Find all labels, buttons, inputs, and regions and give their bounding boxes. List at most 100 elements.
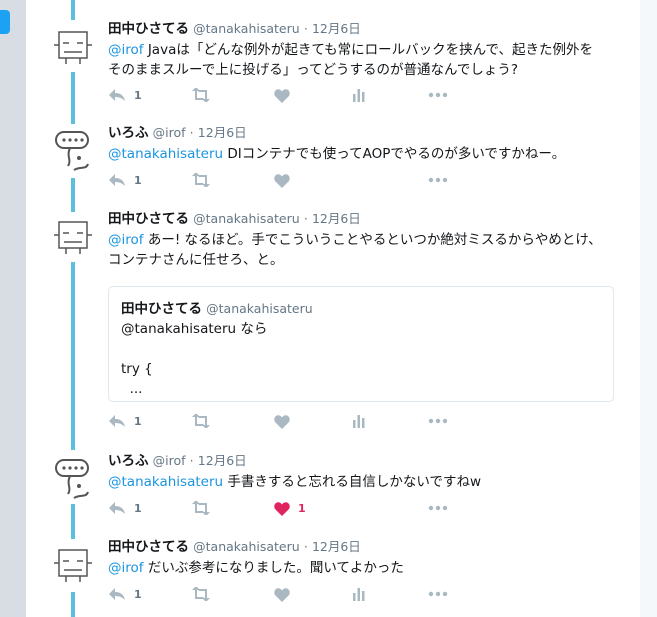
tweet-text: @tanakahisateru 手書きすると忘れる自信しかないですねw (108, 472, 614, 492)
tweet-text-line: だいぶ参考になりました。聞いてよかった (143, 560, 404, 576)
heart-icon (274, 173, 290, 188)
author-handle[interactable]: @irof (153, 125, 186, 140)
retweet-icon (192, 501, 210, 515)
author-handle[interactable]: @tanakahisateru (193, 211, 300, 226)
thread-line (71, 503, 75, 539)
author-name[interactable]: 田中ひさてる (108, 21, 189, 37)
mention-link[interactable]: @irof (108, 560, 144, 576)
thread-line (71, 72, 75, 124)
tweet-timestamp[interactable]: 12月6日 (198, 125, 247, 140)
retweet-button[interactable] (191, 86, 211, 104)
retweet-button[interactable] (191, 171, 211, 189)
author-name[interactable]: いろふ (108, 453, 149, 469)
thread-line (71, 592, 75, 617)
heart-filled-icon (274, 501, 290, 516)
tweet-text: @tanakahisateru DIコンテナでも使ってAOPでやるのが多いですか… (108, 144, 614, 164)
more-dots-icon (428, 591, 448, 597)
quoted-author-name: 田中ひさてる (121, 301, 202, 317)
tweet-actions: 1 (108, 412, 568, 430)
tweet-header: いろふ @irof · 12月6日 (108, 452, 614, 470)
reply-icon (109, 89, 125, 101)
retweet-icon (192, 173, 210, 187)
mention-link[interactable]: @tanakahisateru (108, 146, 223, 162)
separator: · (303, 21, 308, 36)
bar-chart-icon (353, 415, 365, 428)
tweet-text-line: 手書きすると忘れる自信しかないですねw (223, 474, 482, 490)
more-button[interactable] (428, 171, 448, 189)
robot-face-avatar[interactable] (48, 212, 98, 262)
tweet-text-line: Javaは「どんな例外が起きても常にロールバックを挟んで、起きた例外を (143, 42, 593, 58)
more-button[interactable] (428, 499, 448, 517)
bar-chart-icon (353, 89, 365, 102)
author-handle[interactable]: @tanakahisateru (193, 539, 300, 554)
retweet-icon (192, 88, 210, 102)
reply-count: 1 (134, 88, 142, 102)
tweet-header: 田中ひさてる @tanakahisateru · 12月6日 (108, 20, 614, 38)
speech-bubble-avatar[interactable] (48, 454, 98, 504)
like-button[interactable] (274, 171, 290, 189)
mention-link[interactable]: @irof (108, 232, 144, 248)
author-handle[interactable]: @irof (153, 453, 186, 468)
like-button[interactable] (274, 412, 290, 430)
reply-button[interactable]: 1 (108, 499, 142, 517)
background-chip (0, 10, 10, 34)
like-button[interactable] (274, 86, 290, 104)
more-dots-icon (428, 177, 448, 183)
author-name[interactable]: 田中ひさてる (108, 539, 189, 555)
analytics-button[interactable] (352, 585, 366, 603)
reply-button[interactable]: 1 (108, 412, 142, 430)
robot-face-avatar[interactable] (48, 540, 98, 590)
tweet-timestamp[interactable]: 12月6日 (312, 211, 361, 226)
tweet-header: 田中ひさてる @tanakahisateru · 12月6日 (108, 210, 614, 228)
tweet-text: @irof だいぶ参考になりました。聞いてよかった (108, 558, 614, 578)
quoted-author-handle: @tanakahisateru (206, 301, 313, 316)
tweet-timestamp[interactable]: 12月6日 (312, 539, 361, 554)
heart-icon (274, 414, 290, 429)
tweet-actions: 1 (108, 86, 568, 104)
author-name[interactable]: 田中ひさてる (108, 211, 189, 227)
background-page-strip-right (640, 0, 657, 617)
reply-icon (109, 502, 125, 514)
reply-count: 1 (134, 173, 142, 187)
like-button[interactable] (274, 585, 290, 603)
reply-count: 1 (134, 501, 142, 515)
retweet-button[interactable] (191, 499, 211, 517)
more-button[interactable] (428, 86, 448, 104)
reply-icon (109, 588, 125, 600)
author-handle[interactable]: @tanakahisateru (193, 21, 300, 36)
background-page-strip (0, 0, 26, 617)
speech-bubble-avatar[interactable] (48, 126, 98, 176)
analytics-button[interactable] (352, 412, 366, 430)
tweet-actions: 1 (108, 585, 568, 603)
separator: · (189, 453, 194, 468)
more-button[interactable] (428, 585, 448, 603)
quoted-tweet-header: 田中ひさてる @tanakahisateru (121, 297, 313, 317)
more-dots-icon (428, 505, 448, 511)
retweet-button[interactable] (191, 412, 211, 430)
more-dots-icon (428, 418, 448, 424)
like-button[interactable]: 1 (274, 499, 306, 517)
thread-line (71, 178, 75, 216)
reply-button[interactable]: 1 (108, 86, 142, 104)
tweet-text: @irof Javaは「どんな例外が起きても常にロールバックを挟んで、起きた例外… (108, 40, 614, 80)
separator: · (303, 539, 308, 554)
author-name[interactable]: いろふ (108, 125, 149, 141)
reply-count: 1 (134, 414, 142, 428)
reply-button[interactable]: 1 (108, 585, 142, 603)
mention-link[interactable]: @irof (108, 42, 144, 58)
quoted-tweet-card[interactable]: 田中ひさてる @tanakahisateru @tanakahisateru な… (108, 286, 614, 402)
reply-icon (109, 415, 125, 427)
more-button[interactable] (428, 412, 448, 430)
tweet-timestamp[interactable]: 12月6日 (198, 453, 247, 468)
tweet-header: いろふ @irof · 12月6日 (108, 124, 614, 142)
retweet-button[interactable] (191, 585, 211, 603)
reply-button[interactable]: 1 (108, 171, 142, 189)
mention-link[interactable]: @tanakahisateru (108, 474, 223, 490)
reply-count: 1 (134, 587, 142, 601)
thread-line (71, 0, 75, 20)
tweet-text-line: コンテナさんに任せろ、と。 (108, 252, 284, 268)
tweet-timestamp[interactable]: 12月6日 (312, 21, 361, 36)
separator: · (189, 125, 194, 140)
robot-face-avatar[interactable] (48, 22, 98, 72)
analytics-button[interactable] (352, 86, 366, 104)
